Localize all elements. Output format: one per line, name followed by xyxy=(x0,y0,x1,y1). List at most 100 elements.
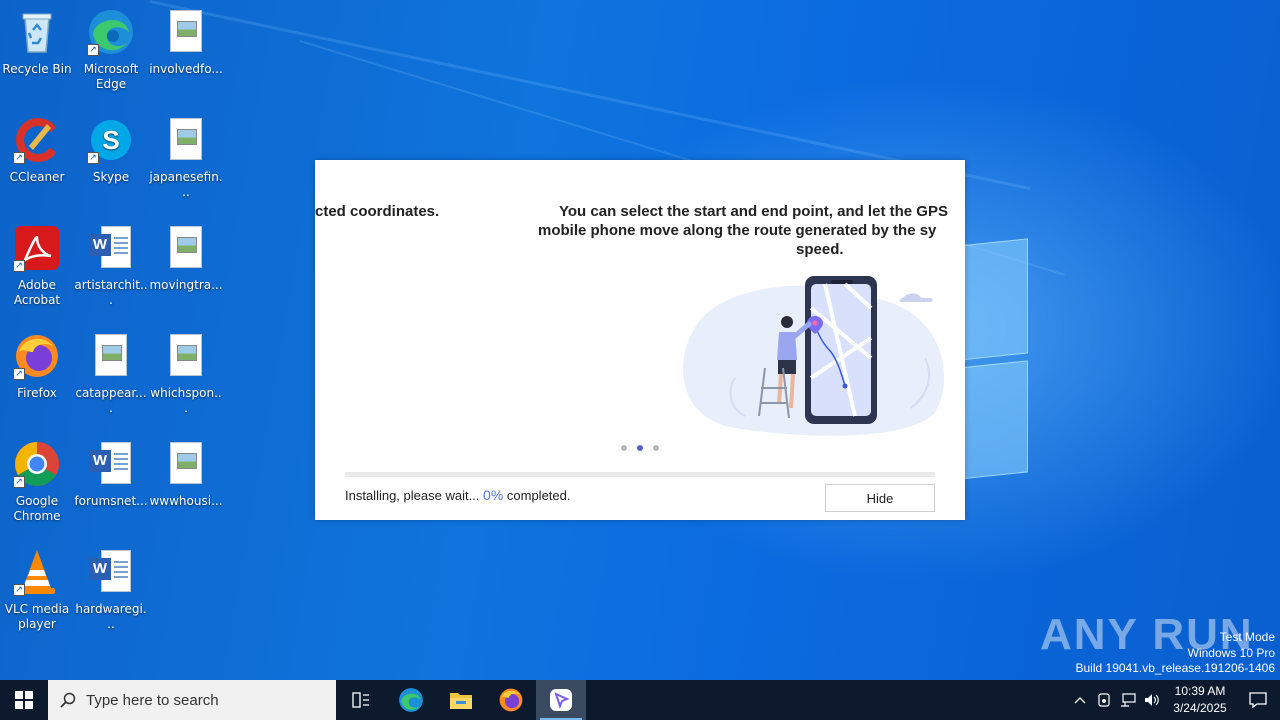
taskbar-installer-app[interactable] xyxy=(536,680,586,720)
desktop-icon-ccleaner[interactable]: ↗ CCleaner xyxy=(0,116,74,185)
edge-icon: ↗ xyxy=(87,8,135,56)
install-status: Installing, please wait... 0% completed. xyxy=(345,487,570,503)
taskbar: Type here to search 10:39 AM 3/24/2025 xyxy=(0,680,1280,720)
taskbar-edge[interactable] xyxy=(386,680,436,720)
desktop-icon-vlc[interactable]: ↗ VLC media player xyxy=(0,548,74,632)
desktop-icon-label: Microsoft Edge xyxy=(83,62,139,91)
desktop-icon-skype[interactable]: S ↗ Skype xyxy=(74,116,148,185)
tray-network[interactable] xyxy=(1116,680,1140,720)
chrome-icon: ↗ xyxy=(13,440,61,488)
search-icon xyxy=(60,692,76,708)
firefox-icon: ↗ xyxy=(13,332,61,380)
vlc-icon: ↗ xyxy=(13,548,61,596)
desktop-icon-recycle-bin[interactable]: Recycle Bin xyxy=(0,8,74,77)
search-placeholder: Type here to search xyxy=(86,691,219,709)
image-file-icon xyxy=(162,332,210,380)
image-file-icon xyxy=(162,440,210,488)
previous-slide-text: cted coordinates. xyxy=(315,203,440,220)
desktop-icon-label: involvedfo... xyxy=(149,62,223,76)
desktop-icon-label: movingtra... xyxy=(149,278,223,292)
image-file-icon xyxy=(87,332,135,380)
image-file-icon xyxy=(162,8,210,56)
slide-text-line3: speed. xyxy=(796,241,844,258)
edge-icon xyxy=(399,688,423,712)
taskbar-firefox[interactable] xyxy=(486,680,536,720)
status-percent: 0% xyxy=(483,487,504,503)
ccleaner-icon: ↗ xyxy=(13,116,61,164)
desktop-icon-movingtra[interactable]: movingtra... xyxy=(149,224,223,293)
installer-window[interactable]: cted coordinates. You can select the sta… xyxy=(315,160,965,520)
acrobat-icon: ↗ xyxy=(13,224,61,272)
desktop-icon-label: wwwhousi... xyxy=(149,494,223,508)
desktop-icon-label: VLC media player xyxy=(4,602,70,631)
tray-device[interactable] xyxy=(1092,680,1116,720)
tray-overflow-chevron[interactable] xyxy=(1068,680,1092,720)
network-icon xyxy=(1121,693,1136,707)
desktop-icon-hardwaregi[interactable]: W hardwaregi... xyxy=(74,548,148,632)
desktop-icon-label: Firefox xyxy=(17,386,57,400)
status-prefix: Installing, please wait... xyxy=(345,488,480,503)
desktop-icon-japanesefin[interactable]: japanesefin... xyxy=(149,116,223,200)
tray-volume[interactable] xyxy=(1140,680,1164,720)
status-suffix: completed. xyxy=(506,488,571,503)
task-view-button[interactable] xyxy=(336,680,386,720)
hide-button[interactable]: Hide xyxy=(825,484,935,512)
windows-start-icon xyxy=(15,691,33,709)
desktop-icon-label: artistarchit... xyxy=(74,278,148,307)
desktop-icon-whichspon[interactable]: whichspon... xyxy=(149,332,223,416)
desktop-icon-adobe-acrobat[interactable]: ↗ Adobe Acrobat xyxy=(0,224,74,308)
desktop-icon-catappear[interactable]: catappear.... xyxy=(74,332,148,416)
desktop-icon-edge[interactable]: ↗ Microsoft Edge xyxy=(74,8,148,92)
device-icon xyxy=(1098,693,1110,707)
desktop-icon-wwwhousi[interactable]: wwwhousi... xyxy=(149,440,223,509)
desktop-icon-label: catappear.... xyxy=(75,386,147,415)
taskbar-search-box[interactable]: Type here to search xyxy=(48,680,336,720)
slide-dot[interactable] xyxy=(621,445,627,451)
recycle-bin-icon xyxy=(13,8,61,56)
slide-indicator xyxy=(621,445,659,451)
system-info: Test Mode Windows 10 Pro Build 19041.vb_… xyxy=(1076,630,1276,677)
image-file-icon xyxy=(162,116,210,164)
skype-icon: S ↗ xyxy=(87,116,135,164)
image-file-icon xyxy=(162,224,210,272)
desktop-icon-artistarchit[interactable]: W artistarchit... xyxy=(74,224,148,308)
clock-date: 3/24/2025 xyxy=(1173,701,1227,715)
action-center-button[interactable] xyxy=(1236,680,1280,720)
word-file-icon: W xyxy=(87,224,135,272)
install-progress-bar xyxy=(345,472,935,477)
notification-icon xyxy=(1249,692,1267,708)
desktop: Recycle Bin ↗ Microsoft Edge involvedfo.… xyxy=(0,0,1280,680)
firefox-icon xyxy=(499,688,523,712)
start-button[interactable] xyxy=(0,680,48,720)
test-mode-text: Test Mode xyxy=(1219,630,1275,644)
slide-text-line2: mobile phone move along the route genera… xyxy=(538,222,937,239)
volume-icon xyxy=(1145,694,1159,706)
desktop-icon-label: whichspon... xyxy=(150,386,222,415)
clock-time: 10:39 AM xyxy=(1174,684,1226,698)
installer-app-icon xyxy=(550,689,572,711)
system-tray: 10:39 AM 3/24/2025 xyxy=(1068,680,1280,720)
desktop-icon-google-chrome[interactable]: ↗ Google Chrome xyxy=(0,440,74,524)
file-explorer-icon xyxy=(450,693,472,709)
desktop-icon-label: hardwaregi... xyxy=(75,602,147,631)
word-file-icon: W xyxy=(87,440,135,488)
slide-dot[interactable] xyxy=(653,445,659,451)
taskbar-clock[interactable]: 10:39 AM 3/24/2025 xyxy=(1164,683,1236,717)
desktop-icon-label: japanesefin... xyxy=(149,170,223,199)
chevron-up-icon xyxy=(1074,697,1086,704)
desktop-icon-involvedfo[interactable]: involvedfo... xyxy=(149,8,223,77)
build-text: Build 19041.vb_release.191206-1406 xyxy=(1075,661,1276,675)
desktop-icon-label: Adobe Acrobat xyxy=(13,278,61,307)
svg-text:S: S xyxy=(102,125,119,155)
gps-route-illustration xyxy=(683,276,945,436)
slide-text-line1: You can select the start and end point, … xyxy=(559,203,948,220)
slide-dot-active[interactable] xyxy=(637,445,643,451)
desktop-icon-label: Recycle Bin xyxy=(2,62,72,76)
task-view-icon xyxy=(352,692,369,708)
windows-edition-text: Windows 10 Pro xyxy=(1187,645,1275,660)
desktop-icon-label: forumsnet... xyxy=(74,494,148,508)
desktop-icon-label: Skype xyxy=(92,170,130,184)
desktop-icon-forumsnet[interactable]: W forumsnet... xyxy=(74,440,148,509)
taskbar-file-explorer[interactable] xyxy=(436,680,486,720)
desktop-icon-firefox[interactable]: ↗ Firefox xyxy=(0,332,74,401)
